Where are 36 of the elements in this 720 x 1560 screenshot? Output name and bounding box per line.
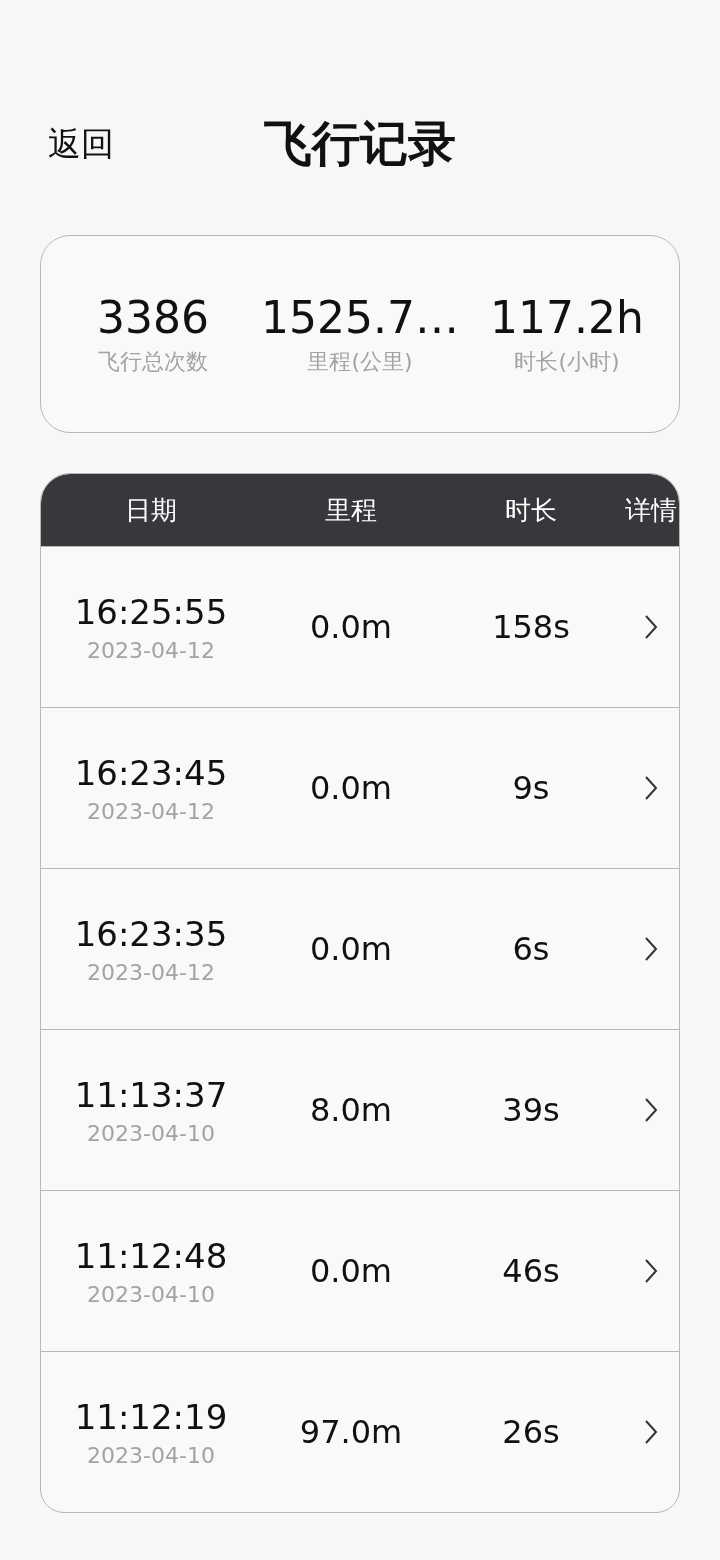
page-title: 飞行记录 [264, 114, 456, 173]
duration-value: 39s [502, 1091, 560, 1129]
flight-time: 11:12:48 [74, 1235, 228, 1276]
column-header: 详情 [624, 493, 678, 527]
stat-value: 3386 [97, 291, 209, 343]
distance-value: 0.0m [309, 769, 393, 807]
stat-value: 117.2h [490, 291, 644, 343]
stat-label: 时长(小时) [514, 347, 620, 376]
flight-date: 2023-04-12 [87, 959, 215, 985]
distance-value: 0.0m [309, 930, 393, 968]
distance-value: 0.0m [309, 608, 393, 646]
flight-time: 16:25:55 [74, 591, 228, 632]
duration-value: 6s [512, 930, 550, 968]
back-button[interactable]: 返回 [48, 122, 114, 167]
flight-time: 11:13:37 [74, 1074, 228, 1115]
duration-value: 158s [492, 608, 570, 646]
stat-label: 里程(公里) [307, 347, 413, 376]
stat-value: 1525.7… [261, 291, 459, 343]
distance-value: 0.0m [309, 1252, 393, 1290]
distance-value: 97.0m [299, 1413, 403, 1451]
flight-date: 2023-04-10 [87, 1442, 215, 1468]
duration-value: 46s [502, 1252, 560, 1290]
flight-date: 2023-04-10 [87, 1281, 215, 1307]
flight-time: 16:23:45 [74, 752, 228, 793]
flight-date: 2023-04-12 [87, 798, 215, 824]
duration-value: 9s [512, 769, 550, 807]
distance-value: 8.0m [309, 1091, 393, 1129]
stat-label: 飞行总次数 [98, 347, 208, 376]
flight-date: 2023-04-12 [87, 637, 215, 663]
column-header: 日期 [124, 493, 178, 527]
flight-time: 16:23:35 [74, 913, 228, 954]
duration-value: 26s [502, 1413, 560, 1451]
column-header: 里程 [324, 493, 378, 527]
column-header: 时长 [504, 493, 558, 527]
flight-date: 2023-04-10 [87, 1120, 215, 1146]
flight-time: 11:12:19 [74, 1396, 228, 1437]
